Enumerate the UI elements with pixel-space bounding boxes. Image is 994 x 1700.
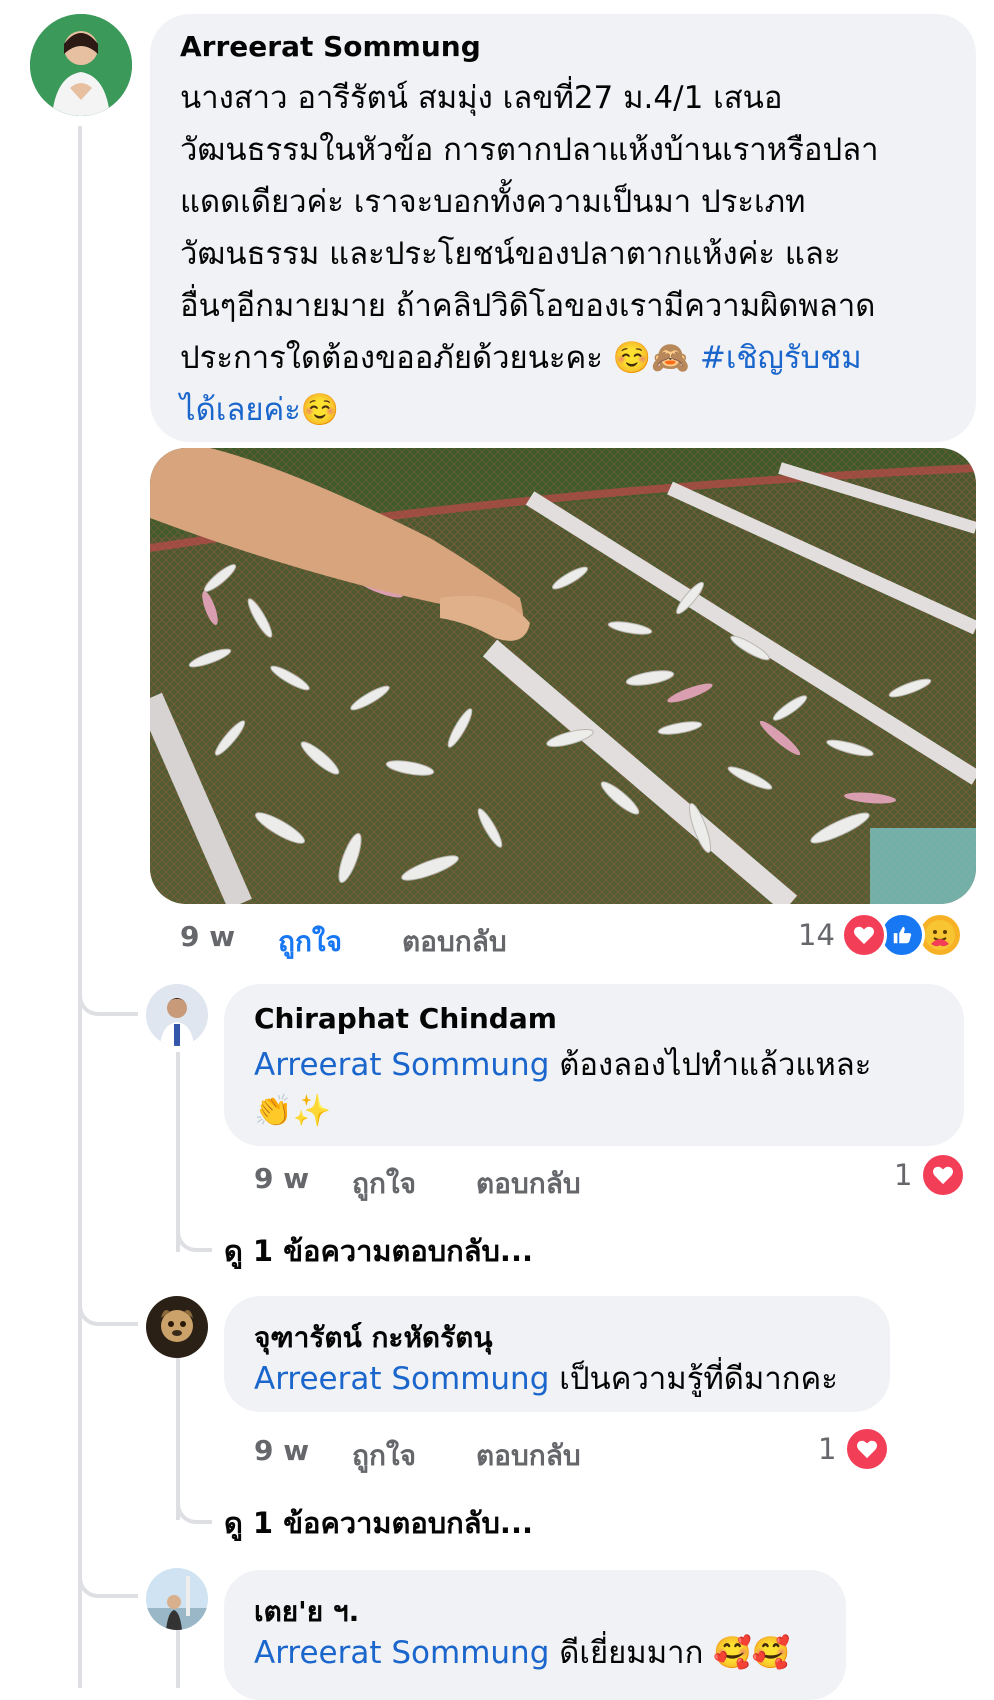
post-reaction-summary[interactable]: 14 <box>798 910 963 960</box>
comment-reply-button[interactable]: ตอบกลับ <box>476 1434 581 1478</box>
avatar[interactable] <box>146 1296 208 1358</box>
post-text-line: นางสาว อารีรัตน์ สมมุ่ง เลขที่27 ม.4/1 เ… <box>180 80 783 116</box>
comment-text: Arreerat Sommung เป็นความรู้ที่ดีมากคะ <box>254 1356 894 1402</box>
hashtag-link[interactable]: #เชิญรับชม <box>700 340 862 376</box>
post-text-line: อื่นๆอีกมายมาย ถ้าคลิปวิดิโอของเรามีความ… <box>180 288 876 324</box>
love-reaction-icon <box>920 1152 967 1198</box>
comment-reaction-summary[interactable]: 1 <box>818 1426 891 1472</box>
reply-connector <box>176 1494 212 1524</box>
comment-reply-button[interactable]: ตอบกลับ <box>476 1162 581 1206</box>
comment-time[interactable]: 9 w <box>254 1162 309 1195</box>
post-text-line: วัฒนธรรมในหัวข้อ การตากปลาแห้งบ้านเราหรื… <box>180 132 879 168</box>
comment-author-name[interactable]: Chiraphat Chindam <box>254 1002 557 1035</box>
avatar[interactable] <box>146 1568 208 1630</box>
reaction-count: 1 <box>894 1158 913 1192</box>
post-text: นางสาว อารีรัตน์ สมมุ่ง เลขที่27 ม.4/1 เ… <box>180 72 970 436</box>
comment-text: Arreerat Sommung ดีเยี่ยมมาก 🥰🥰 <box>254 1630 854 1676</box>
avatar[interactable] <box>146 984 208 1046</box>
post-video-thumbnail[interactable] <box>150 448 976 904</box>
profile-photo-icon <box>146 1296 208 1358</box>
love-reaction-icon <box>844 1426 891 1472</box>
thread-connector <box>78 986 138 1016</box>
thread-connector <box>78 1568 138 1598</box>
thread-line-main <box>78 126 82 1688</box>
comment-author-name[interactable]: เตย'ย ฯ. <box>254 1590 359 1634</box>
profile-photo-icon <box>30 14 132 116</box>
comment-like-button[interactable]: ถูกใจ <box>352 1162 416 1206</box>
post-text-span: ประการใดต้องขออภัยด้วยนะคะ ☺️🙈 <box>180 340 690 376</box>
mention-link[interactable]: Arreerat Sommung <box>254 1635 549 1671</box>
comment-text-line: Arreerat Sommung ต้องลองไปทำแล้วแหละ <box>254 1042 944 1088</box>
hashtag-link-continued[interactable]: ได้เลยค่ะ☺️ <box>180 392 339 428</box>
post-text-line: ประการใดต้องขออภัยด้วยนะคะ ☺️🙈 #เชิญรับช… <box>180 332 970 384</box>
love-reaction-icon <box>840 912 887 958</box>
post-text-line: ได้เลยค่ะ☺️ <box>180 384 970 436</box>
thread-connector <box>78 1296 138 1326</box>
comment-author-name[interactable]: จุฑารัตน์ กะหัดรัตนุ <box>254 1316 492 1360</box>
post-author-name[interactable]: Arreerat Sommung <box>180 30 481 63</box>
avatar[interactable] <box>30 14 132 116</box>
mention-link[interactable]: Arreerat Sommung <box>254 1361 549 1397</box>
profile-photo-icon <box>146 1568 208 1630</box>
comment-like-button[interactable]: ถูกใจ <box>352 1434 416 1478</box>
comment-text: Arreerat Sommung ต้องลองไปทำแล้วแหละ 👏✨ <box>254 1042 944 1134</box>
post-time[interactable]: 9 w <box>180 920 235 953</box>
comment-text-span: ต้องลองไปทำแล้วแหละ <box>549 1047 872 1083</box>
post-text-line: แดดเดียวค่ะ เราจะบอกทั้งความเป็นมา ประเภ… <box>180 184 806 220</box>
reply-connector <box>176 1222 212 1252</box>
comment-text-span: ดีเยี่ยมมาก 🥰🥰 <box>549 1635 791 1671</box>
view-replies-link[interactable]: ดู 1 ข้อความตอบกลับ... <box>224 1228 533 1274</box>
profile-photo-icon <box>146 984 208 1046</box>
mention-link[interactable]: Arreerat Sommung <box>254 1047 549 1083</box>
comment-text-line: 👏✨ <box>254 1093 332 1129</box>
reaction-count: 1 <box>818 1432 837 1466</box>
view-replies-link[interactable]: ดู 1 ข้อความตอบกลับ... <box>224 1500 533 1546</box>
post-reply-button[interactable]: ตอบกลับ <box>402 920 507 964</box>
comment-reaction-summary[interactable]: 1 <box>894 1152 967 1198</box>
dried-fish-photo <box>150 448 976 904</box>
comment-time[interactable]: 9 w <box>254 1434 309 1467</box>
reply-thread-line <box>176 1620 180 1688</box>
reply-thread-line <box>176 1330 180 1520</box>
reaction-count: 14 <box>798 918 835 952</box>
post-text-line: วัฒนธรรม และประโยชน์ของปลาตากแห้งค่ะ และ <box>180 236 841 272</box>
post-like-button[interactable]: ถูกใจ <box>278 920 342 964</box>
comment-text-span: เป็นความรู้ที่ดีมากคะ <box>549 1361 838 1397</box>
